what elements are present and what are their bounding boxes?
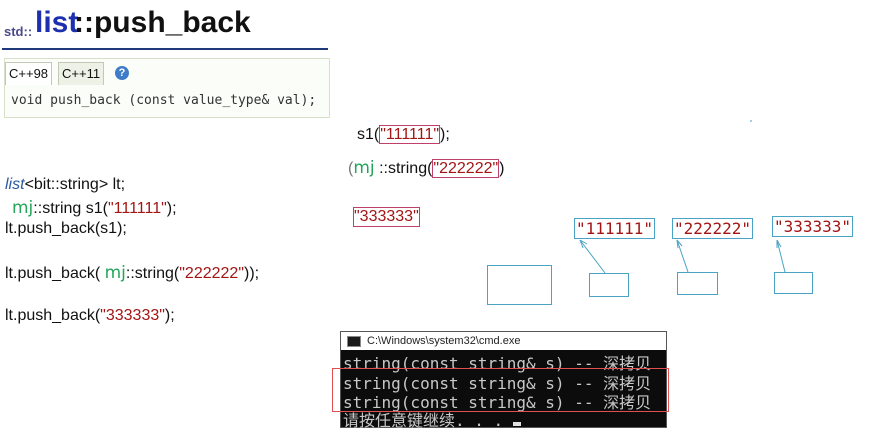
arrow-2	[676, 239, 689, 273]
cmd-title-text: C:\Windows\system32\cmd.exe	[367, 335, 521, 347]
cmd-icon	[347, 335, 361, 347]
arrow-3	[776, 239, 786, 273]
arrow-1	[579, 239, 606, 274]
cmd-prompt-text: 请按任意键继续. . .	[343, 411, 513, 430]
cmd-cursor	[512, 422, 521, 426]
highlight-box	[332, 368, 669, 412]
cmd-titlebar[interactable]: C:\Windows\system32\cmd.exe	[341, 332, 666, 350]
